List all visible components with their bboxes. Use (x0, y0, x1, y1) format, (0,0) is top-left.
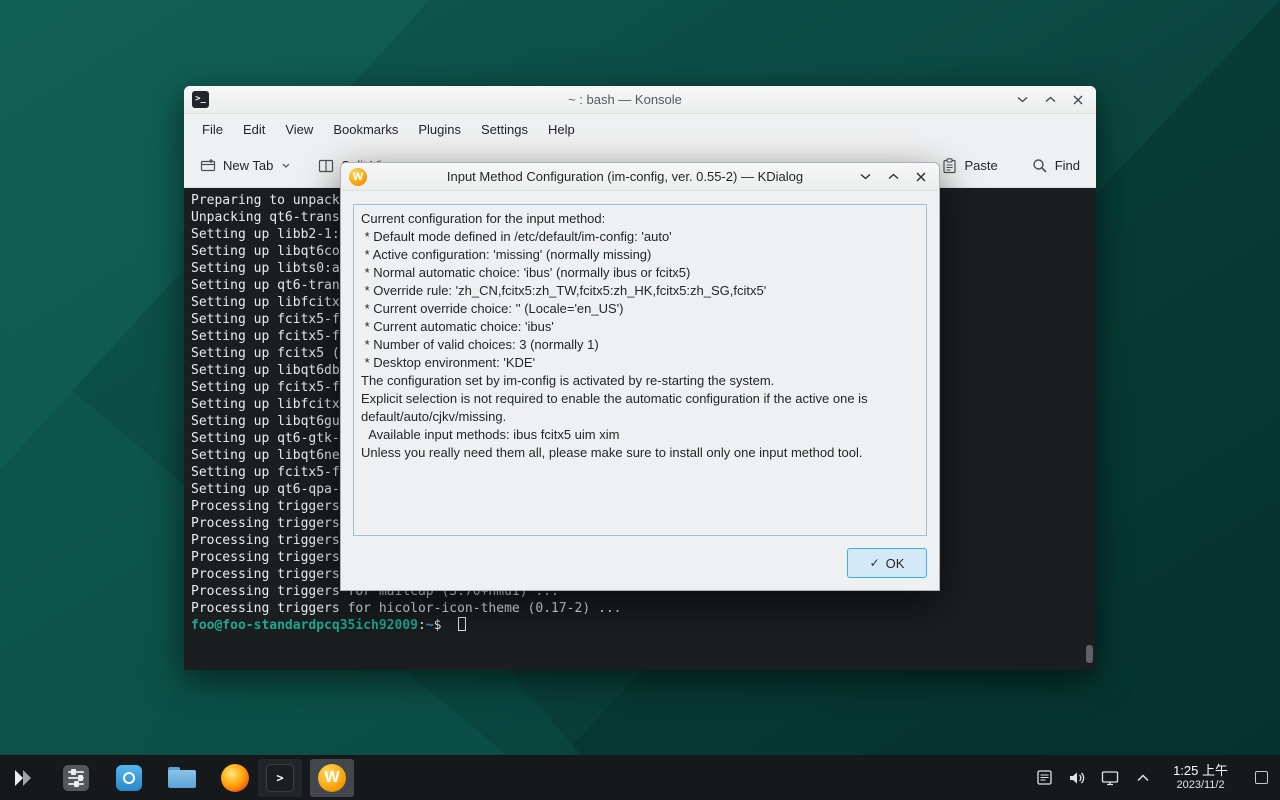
paste-label: Paste (964, 158, 997, 173)
terminal-prompt: foo@foo-standardpcq35ich92009:~$ (191, 617, 1082, 634)
kde-launcher-icon (11, 766, 35, 790)
dialog-text-line: * Normal automatic choice: 'ibus' (norma… (361, 264, 919, 282)
new-tab-icon (200, 158, 216, 174)
paste-icon (942, 158, 957, 174)
maximize-icon[interactable] (885, 169, 901, 185)
dialog-text-line: * Active configuration: 'missing' (norma… (361, 246, 919, 264)
chevron-down-icon[interactable] (282, 163, 290, 168)
dialog-text-line: * Current override choice: '' (Locale='e… (361, 300, 919, 318)
dialog-text-line: Explicit selection is not required to en… (361, 390, 919, 426)
split-view-icon (318, 158, 334, 174)
clipboard-icon[interactable] (1035, 769, 1053, 787)
kdialog-titlebar[interactable]: W Input Method Configuration (im-config,… (341, 163, 939, 191)
pinned-app-file-manager[interactable] (167, 763, 197, 793)
pinned-app-settings[interactable] (61, 763, 91, 793)
prompt-path: ~ (426, 618, 434, 633)
kdialog-title: Input Method Configuration (im-config, v… (401, 169, 849, 184)
konsole-window-title: ~ : bash — Konsole (244, 92, 1006, 107)
dialog-text-line: Unless you really need them all, please … (361, 444, 919, 462)
konsole-menubar: FileEditViewBookmarksPluginsSettingsHelp (184, 114, 1096, 144)
task-konsole[interactable]: > (258, 759, 302, 797)
menu-item[interactable]: Plugins (408, 118, 471, 141)
volume-icon[interactable] (1068, 769, 1086, 787)
minimize-icon[interactable] (1014, 92, 1030, 108)
konsole-window-icon: >_ (192, 91, 209, 108)
terminal-scrollbar[interactable] (1086, 645, 1093, 663)
firefox-icon (221, 764, 249, 792)
dialog-text-line: * Number of valid choices: 3 (normally 1… (361, 336, 919, 354)
menu-item[interactable]: Settings (471, 118, 538, 141)
dialog-text-line: The configuration set by im-config is ac… (361, 372, 919, 390)
find-button[interactable]: Find (1032, 158, 1080, 174)
display-icon[interactable] (1101, 769, 1119, 787)
system-tray: 1:25 上午 2023/11/2 (1035, 763, 1272, 792)
task-kdialog[interactable]: W (310, 759, 354, 797)
menu-item[interactable]: Edit (233, 118, 275, 141)
konsole-titlebar[interactable]: >_ ~ : bash — Konsole (184, 86, 1096, 114)
pinned-app-firefox[interactable] (220, 763, 250, 793)
new-tab-label: New Tab (223, 158, 273, 173)
minimize-icon[interactable] (857, 169, 873, 185)
ok-button[interactable]: ✓ OK (847, 548, 927, 578)
paste-button[interactable]: Paste (942, 158, 997, 174)
show-desktop-button[interactable] (1255, 771, 1268, 784)
kdialog-window: W Input Method Configuration (im-config,… (340, 162, 940, 591)
dialog-message-text: Current configuration for the input meth… (353, 204, 927, 536)
dialog-text-line: * Desktop environment: 'KDE' (361, 354, 919, 372)
new-tab-button[interactable]: New Tab (200, 158, 290, 174)
clock-date: 2023/11/2 (1173, 779, 1228, 792)
app-launcher-button[interactable] (8, 763, 38, 793)
menu-item[interactable]: Help (538, 118, 585, 141)
konsole-icon: > (266, 764, 294, 792)
menu-item[interactable]: View (275, 118, 323, 141)
clock-time: 1:25 上午 (1173, 763, 1228, 779)
dialog-text-line: * Default mode defined in /etc/default/i… (361, 228, 919, 246)
sliders-icon (63, 765, 89, 791)
maximize-icon[interactable] (1042, 92, 1058, 108)
dialog-text-line: Available input methods: ibus fcitx5 uim… (361, 426, 919, 444)
menu-item[interactable]: Bookmarks (323, 118, 408, 141)
pinned-app-discover[interactable] (114, 763, 144, 793)
find-label: Find (1055, 158, 1080, 173)
close-icon[interactable] (913, 169, 929, 185)
taskbar: > W 1:25 上午 2023/11/2 (0, 755, 1280, 800)
expand-tray-chevron-up-icon[interactable] (1134, 769, 1152, 787)
ok-button-label: OK (886, 556, 905, 571)
discover-icon (116, 765, 142, 791)
im-config-icon: W (349, 168, 367, 186)
terminal-cursor (458, 617, 466, 631)
desktop: >_ ~ : bash — Konsole FileEditViewBookma… (0, 0, 1280, 800)
terminal-line: Processing triggers for hicolor-icon-the… (191, 600, 1082, 617)
search-icon (1032, 158, 1048, 174)
check-icon: ✓ (870, 556, 880, 570)
dialog-text-line: * Override rule: 'zh_CN,fcitx5:zh_TW,fci… (361, 282, 919, 300)
menu-item[interactable]: File (192, 118, 233, 141)
digital-clock[interactable]: 1:25 上午 2023/11/2 (1173, 763, 1228, 792)
dialog-text-line: * Current automatic choice: 'ibus' (361, 318, 919, 336)
dialog-text-line: Current configuration for the input meth… (361, 210, 919, 228)
prompt-user-host: foo@foo-standardpcq35ich92009 (191, 618, 418, 633)
kdialog-task-icon: W (318, 764, 346, 792)
folder-icon (168, 767, 196, 788)
close-icon[interactable] (1070, 92, 1086, 108)
